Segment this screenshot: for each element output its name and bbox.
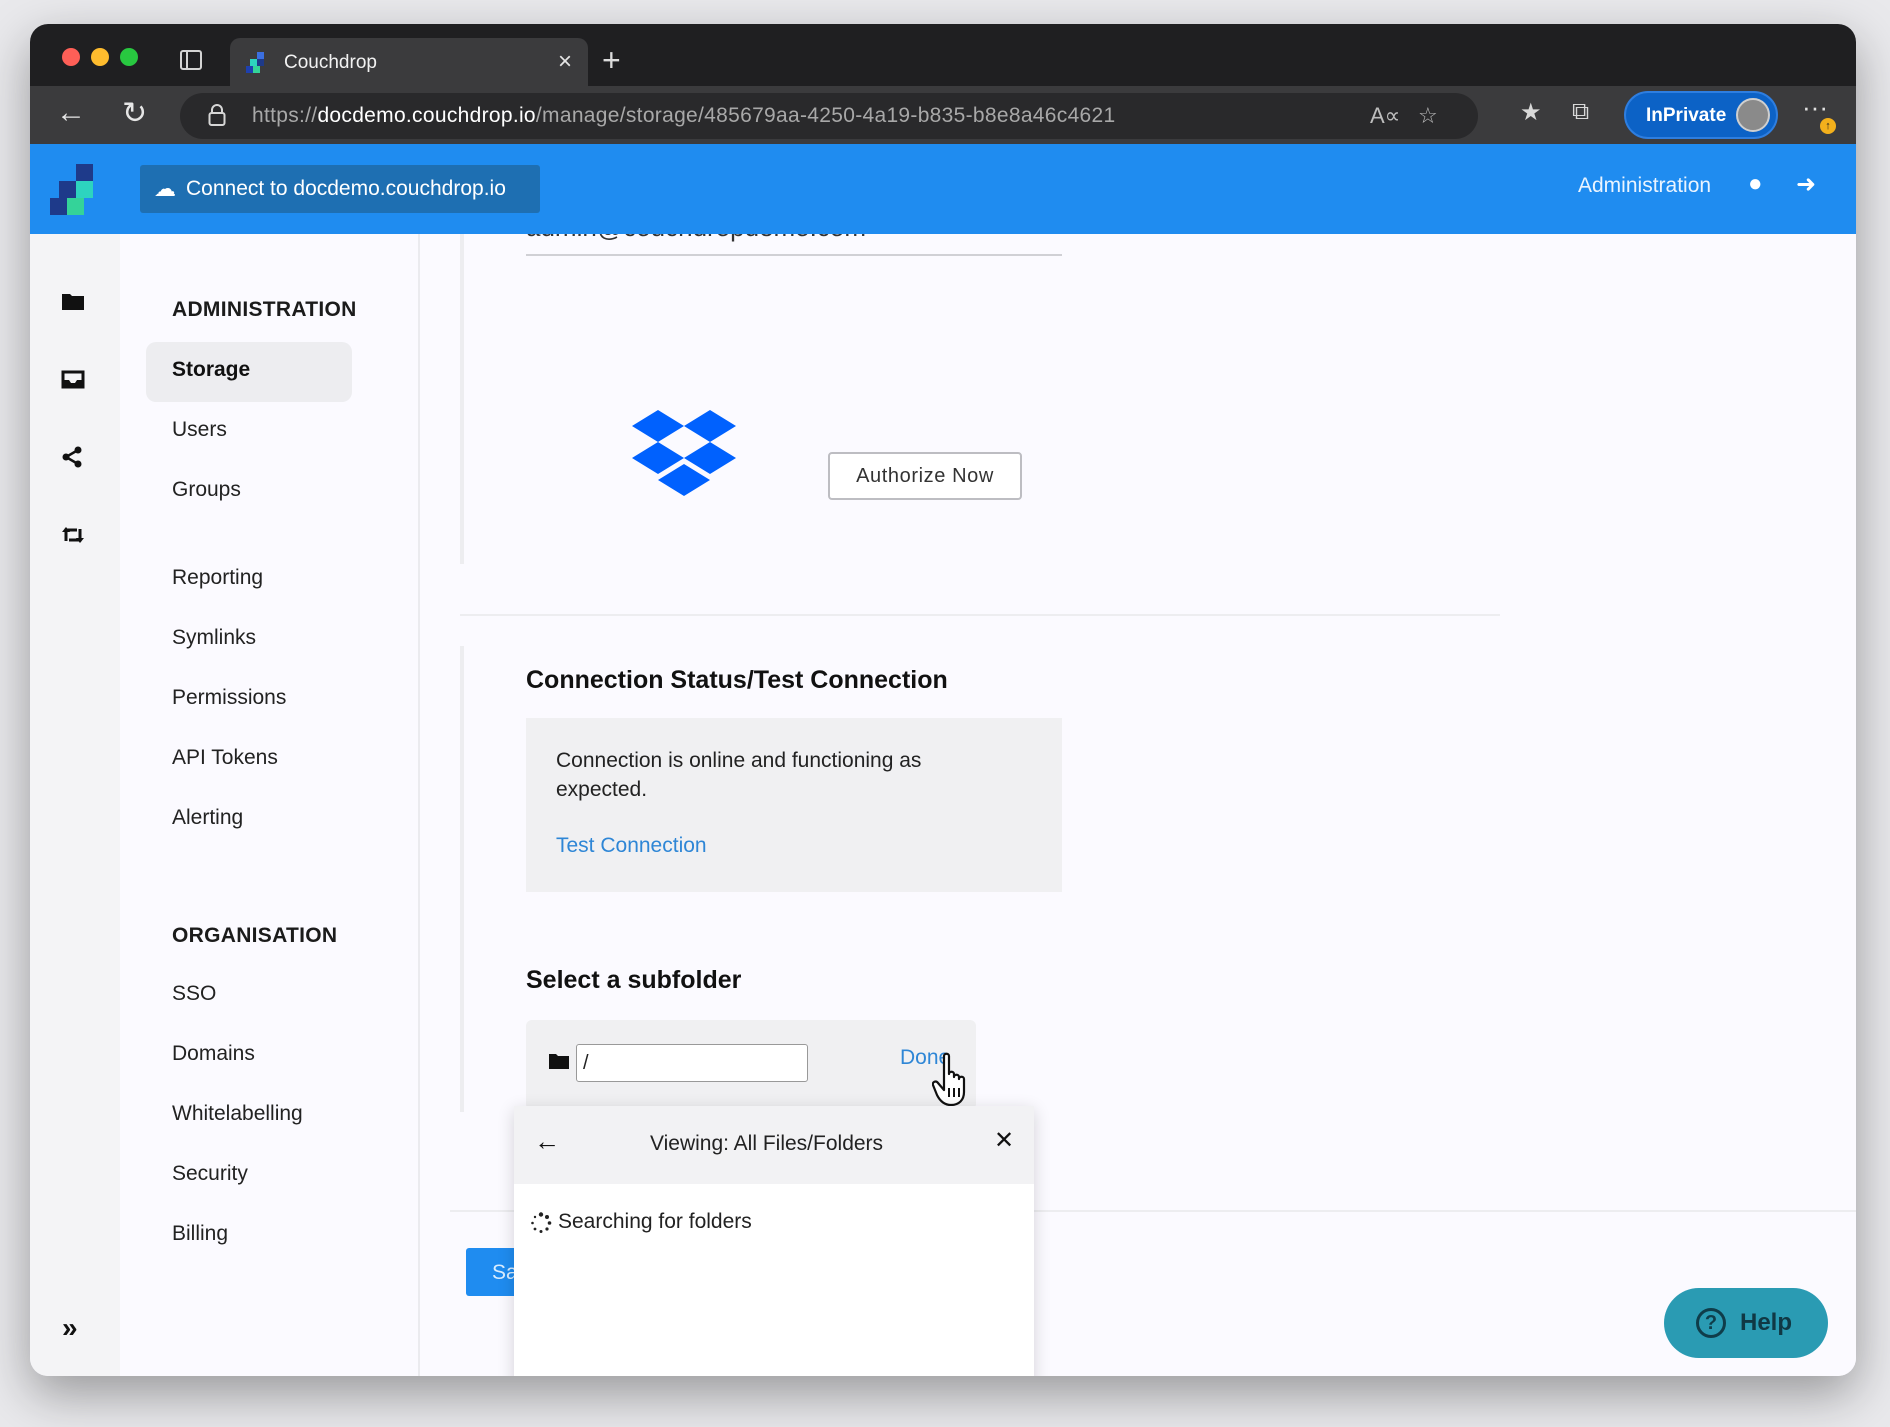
user-icon[interactable]: ● xyxy=(1748,170,1763,198)
tab-couchdrop[interactable]: Couchdrop × xyxy=(230,38,588,86)
expand-sidebar-icon[interactable]: » xyxy=(62,1312,78,1344)
tab-title: Couchdrop xyxy=(284,52,377,73)
inbox-icon[interactable] xyxy=(60,368,86,390)
administration-heading: ADMINISTRATION xyxy=(172,298,357,321)
url-text: https://docdemo.couchdrop.io/manage/stor… xyxy=(252,104,1116,127)
email-field[interactable]: admin@couchdropdemo.com xyxy=(526,234,866,243)
main-content: admin@couchdropdemo.com Authorize Now Co… xyxy=(420,234,1856,1376)
app-header: ☁ Connect to docdemo.couchdrop.io Admini… xyxy=(30,144,1856,234)
subfolder-path-input[interactable] xyxy=(576,1044,808,1082)
connect-label: Connect to docdemo.couchdrop.io xyxy=(186,177,506,200)
authorize-now-button[interactable]: Authorize Now xyxy=(828,452,1022,500)
sidebar-item-symlinks[interactable]: Symlinks xyxy=(172,626,256,650)
question-circle-icon: ? xyxy=(1696,1308,1726,1338)
tab-close-icon[interactable]: × xyxy=(558,48,572,76)
add-favorite-icon[interactable]: ☆ xyxy=(1418,103,1438,129)
browser-titlebar: Couchdrop × + xyxy=(30,24,1856,86)
folder-icon xyxy=(549,1054,569,1069)
tab-actions-icon[interactable] xyxy=(180,50,202,70)
section-divider xyxy=(460,234,464,564)
sidebar-item-reporting[interactable]: Reporting xyxy=(172,566,263,590)
help-button[interactable]: ? Help xyxy=(1664,1288,1828,1358)
lock-icon xyxy=(208,104,226,126)
subfolder-selector: Done xyxy=(526,1020,976,1110)
reload-icon[interactable]: ↻ xyxy=(122,96,147,131)
couchdrop-favicon-icon xyxy=(246,52,264,73)
close-window-button[interactable] xyxy=(62,48,80,66)
profile-avatar xyxy=(1736,98,1770,132)
organisation-heading: ORGANISATION xyxy=(172,924,338,947)
folder-picker-popup: ← Viewing: All Files/Folders ✕ Searching… xyxy=(514,1106,1034,1376)
browser-toolbar: ← ↻ https://docdemo.couchdrop.io/manage/… xyxy=(30,86,1856,144)
test-connection-link[interactable]: Test Connection xyxy=(556,834,707,858)
sidebar-item-permissions[interactable]: Permissions xyxy=(172,686,286,710)
new-tab-button[interactable]: + xyxy=(602,42,621,79)
admin-sidebar: ADMINISTRATION Storage Users Groups Repo… xyxy=(120,234,420,1376)
arrow-left-icon[interactable]: ← xyxy=(534,1126,560,1157)
collections-icon[interactable]: ⧉ xyxy=(1572,98,1589,126)
sidebar-item-api-tokens[interactable]: API Tokens xyxy=(172,746,278,770)
logout-icon[interactable]: ➜ xyxy=(1796,170,1816,199)
sidebar-item-users[interactable]: Users xyxy=(172,418,227,442)
sidebar-item-storage[interactable]: Storage xyxy=(146,342,352,402)
folder-picker-title: Viewing: All Files/Folders xyxy=(650,1132,884,1155)
read-aloud-icon[interactable]: A∝ xyxy=(1370,103,1400,129)
address-bar[interactable]: https://docdemo.couchdrop.io/manage/stor… xyxy=(180,93,1478,139)
icon-rail: » xyxy=(30,234,120,1376)
connect-button[interactable]: ☁ Connect to docdemo.couchdrop.io xyxy=(140,165,540,213)
subfolder-title: Select a subfolder xyxy=(526,966,742,994)
couchdrop-logo[interactable] xyxy=(50,164,102,216)
connection-status-box: Connection is online and functioning as … xyxy=(526,718,1062,892)
retweet-icon[interactable] xyxy=(60,524,86,546)
sidebar-item-groups[interactable]: Groups xyxy=(172,478,241,502)
inprivate-label: InPrivate xyxy=(1646,105,1727,126)
sidebar-item-whitelabelling[interactable]: Whitelabelling xyxy=(172,1102,303,1126)
folder-picker-header: ← Viewing: All Files/Folders ✕ xyxy=(514,1106,1034,1184)
back-icon[interactable]: ← xyxy=(56,96,86,130)
sidebar-item-sso[interactable]: SSO xyxy=(172,982,216,1006)
minimize-window-button[interactable] xyxy=(91,48,109,66)
section-divider xyxy=(460,646,464,1112)
sidebar-item-domains[interactable]: Domains xyxy=(172,1042,255,1066)
connection-status-title: Connection Status/Test Connection xyxy=(526,666,948,694)
browser-window: Couchdrop × + ← ↻ https://docdemo.couchd… xyxy=(30,24,1856,1376)
update-available-icon: ↑ xyxy=(1820,118,1836,134)
connection-status-text: Connection is online and functioning as … xyxy=(556,749,922,801)
close-icon[interactable]: ✕ xyxy=(994,1126,1014,1155)
share-icon[interactable] xyxy=(60,446,86,468)
cloud-upload-icon: ☁ xyxy=(154,176,176,201)
favorites-icon[interactable]: ★ xyxy=(1520,98,1542,127)
email-field-underline xyxy=(526,254,1062,256)
administration-link[interactable]: Administration xyxy=(1578,174,1711,198)
help-label: Help xyxy=(1740,1309,1793,1336)
dropbox-logo xyxy=(632,410,736,496)
inprivate-button[interactable]: InPrivate xyxy=(1624,91,1778,139)
folder-picker-status: Searching for folders xyxy=(558,1210,752,1233)
hand-pointer-cursor-icon xyxy=(932,1052,966,1107)
sidebar-item-billing[interactable]: Billing xyxy=(172,1222,228,1246)
sidebar-item-alerting[interactable]: Alerting xyxy=(172,806,243,830)
spinner-icon xyxy=(531,1212,552,1233)
section-separator xyxy=(460,614,1500,616)
maximize-window-button[interactable] xyxy=(120,48,138,66)
sidebar-item-security[interactable]: Security xyxy=(172,1162,248,1186)
folder-icon[interactable] xyxy=(60,290,86,312)
